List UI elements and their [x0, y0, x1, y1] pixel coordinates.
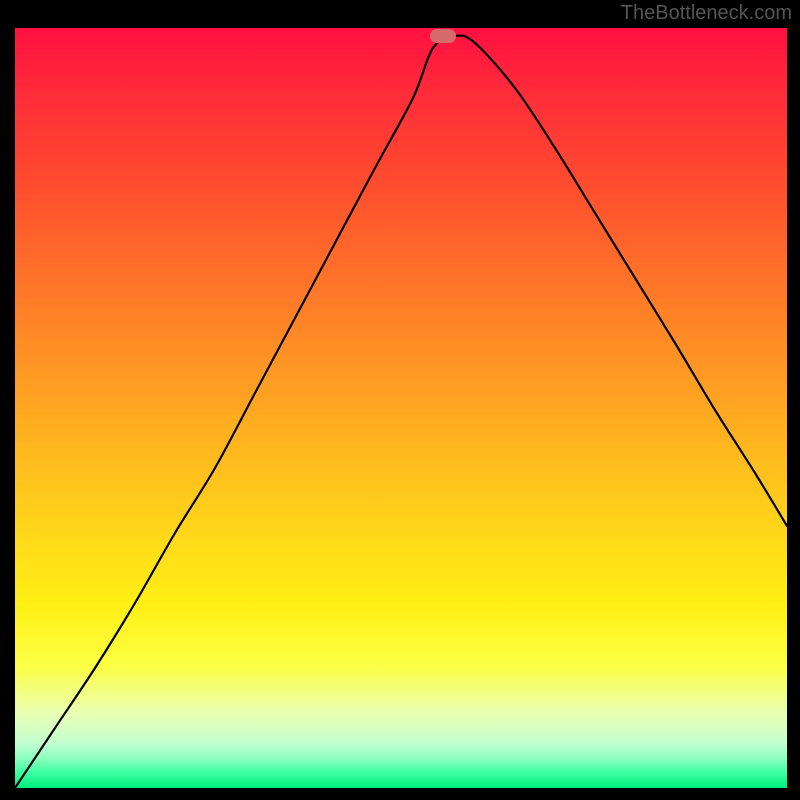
- chart-curve-svg: [15, 28, 787, 788]
- chart-plot-area: [15, 28, 787, 788]
- bottleneck-curve-path: [15, 36, 787, 788]
- optimal-point-marker: [430, 29, 456, 43]
- attribution-text: TheBottleneck.com: [621, 2, 792, 25]
